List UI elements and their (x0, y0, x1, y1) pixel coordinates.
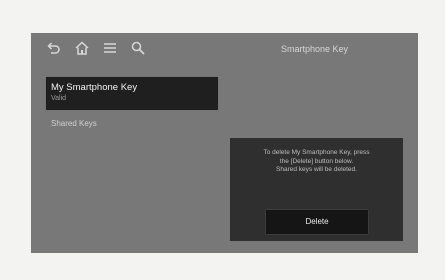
info-line: To delete My Smartphone Key, press (263, 149, 370, 156)
my-smartphone-key-item[interactable]: My Smartphone Key Valid (46, 77, 218, 110)
info-text: To delete My Smartphone Key, press the [… (236, 149, 397, 175)
info-line: the [Delete] button below. (279, 157, 354, 165)
key-name: My Smartphone Key (51, 82, 138, 93)
top-bar: Smartphone Key (31, 33, 418, 65)
menu-icon-graphic (104, 43, 116, 53)
infotainment-screen: Smartphone Key My Smartphone Key Valid S… (31, 33, 418, 253)
screen-title: Smartphone Key (281, 44, 349, 54)
search-icon[interactable] (130, 40, 146, 56)
shared-keys-item[interactable]: Shared Keys (51, 119, 97, 128)
info-line: Shared keys will be deleted. (276, 166, 357, 173)
back-icon[interactable] (45, 40, 61, 56)
key-status: Valid (51, 95, 67, 102)
menu-icon[interactable] (102, 40, 118, 56)
home-icon[interactable] (74, 40, 90, 56)
back-icon-graphic (47, 42, 60, 54)
search-icon-graphic (131, 41, 145, 55)
delete-button[interactable]: Delete (266, 210, 368, 234)
delete-info-panel: To delete My Smartphone Key, press the [… (230, 138, 403, 241)
home-icon-graphic (75, 41, 89, 55)
